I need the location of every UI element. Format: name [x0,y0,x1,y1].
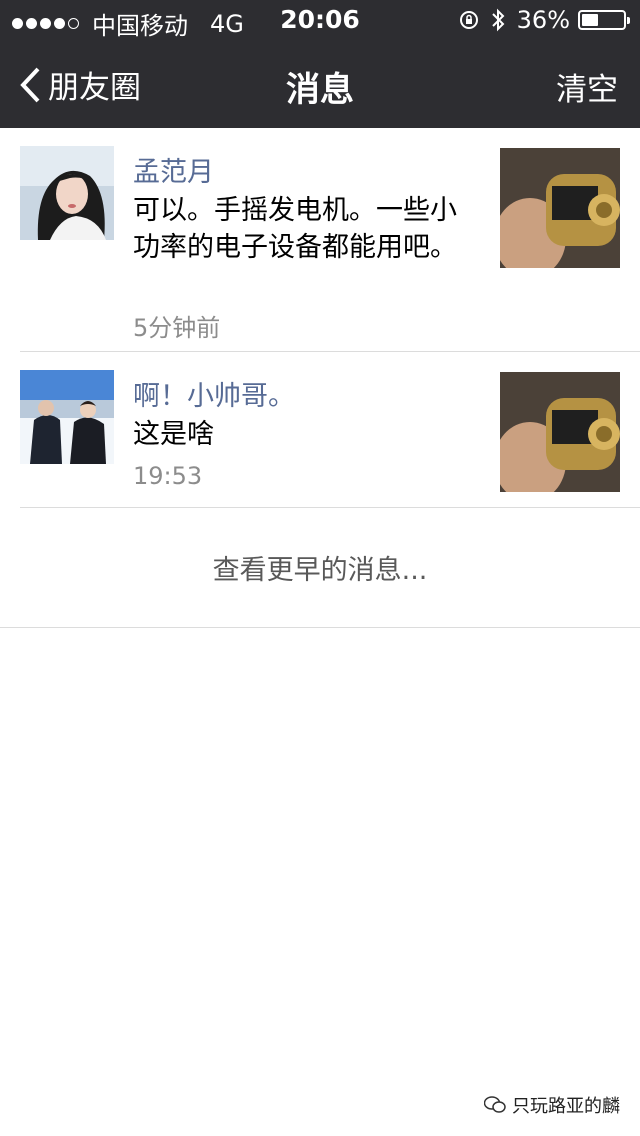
message-item[interactable]: 孟范月 可以。手摇发电机。一些小功率的电子设备都能用吧。 5分钟前 [0,128,640,352]
status-right: 36% [459,6,630,34]
message-time: 5分钟前 [133,314,221,342]
sender-name[interactable]: 啊！小帅哥。 [133,374,295,413]
message-time: 19:53 [133,462,203,490]
watermark-text: 只玩路亚的麟 [512,1096,620,1117]
message-content: 可以。手摇发电机。一些小功率的电子设备都能用吧。 [133,195,457,263]
divider [20,507,640,508]
battery-icon [578,10,630,30]
nav-bar: 朋友圈 消息 清空 [0,40,640,128]
wechat-icon [484,1096,506,1113]
load-earlier-messages[interactable]: 查看更早的消息... [0,548,640,587]
clear-button[interactable]: 清空 [556,64,618,109]
battery-percent: 36% [516,6,570,34]
page-title: 消息 [286,70,354,110]
post-thumbnail[interactable] [500,148,620,268]
watermark: 只玩路亚的麟 [484,1092,620,1118]
status-bar: 中国移动 4G 20:06 36% [0,0,640,40]
message-content: 这是啥 [133,419,214,450]
message-item[interactable]: 啊！小帅哥。 这是啥 19:53 [0,352,640,508]
avatar[interactable] [20,370,114,464]
bluetooth-icon [491,8,505,32]
post-thumbnail[interactable] [500,372,620,492]
divider [0,627,640,628]
sender-name[interactable]: 孟范月 [133,150,214,189]
rotation-lock-icon [459,11,478,29]
avatar[interactable] [20,146,114,240]
